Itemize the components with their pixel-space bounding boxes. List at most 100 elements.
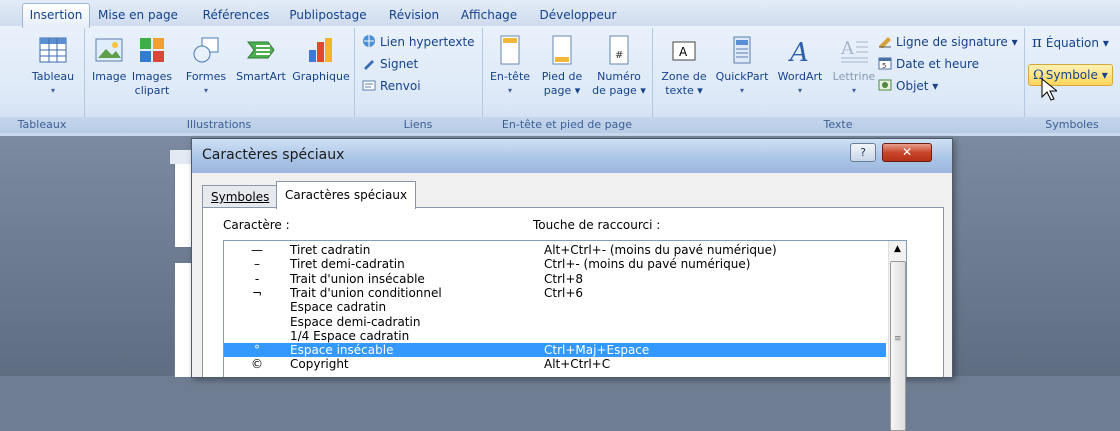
shortcut-cell: Ctrl+6 [544,285,584,300]
list-item[interactable]: Espace demi-cadratin [224,315,886,329]
grip-icon: ≡ [894,334,902,344]
group-illustrations: Image Images clipart Formes ▾ SmartArt G… [84,28,355,133]
name-cell: Espace insécable [290,343,394,358]
date-heure-button[interactable]: 5 Date et heure [878,54,979,74]
formes-button[interactable]: Formes ▾ [182,34,230,98]
group-entete-pied: En-tête ▾ Pied de page ▾ # Numéro de pag… [482,28,653,133]
picture-icon [93,34,125,66]
date-heure-label: Date et heure [896,57,980,71]
entete-label: En-tête [489,70,531,83]
tab-revision[interactable]: Révision [384,4,444,26]
special-characters-dialog: Caractères spéciaux ? ✕ Symboles Caractè… [191,138,953,431]
zone-label-1: Zone de [661,70,707,83]
lien-hypertexte-button[interactable]: Lien hypertexte [362,32,475,52]
group-label-entete: En-tête et pied de page [482,117,652,133]
chevron-down-icon: ▾ [203,86,208,95]
tab-mise-en-page[interactable]: Mise en page [96,4,180,26]
objet-button[interactable]: Objet ▾ [878,76,938,96]
vertical-scrollbar[interactable]: ▲ ≡ [888,241,906,431]
tab-references[interactable]: Références [196,4,276,26]
dialog-title-bar[interactable]: Caractères spéciaux ? ✕ [192,139,952,173]
list-item[interactable]: – Tiret demi-cadratin Ctrl+- (moins du pav… [224,257,886,271]
pied-de-page-button[interactable]: Pied de page ▾ [538,34,586,98]
lettrine-button[interactable]: A Lettrine ▾ [828,34,880,98]
zone-de-texte-button[interactable]: A Zone de texte ▾ [656,34,712,98]
numero-de-page-button[interactable]: # Numéro de page ▾ [590,34,648,98]
tab-developpeur[interactable]: Développeur [536,4,620,26]
tableau-label: Tableau [31,70,75,83]
equation-button[interactable]: π Équation ▾ [1032,32,1109,52]
group-label-symboles: Symboles [1024,117,1120,133]
header-icon [494,34,526,66]
character-cell: ° [254,343,260,358]
name-cell: 1/4 Espace cadratin [290,328,410,343]
wordart-button[interactable]: A WordArt ▾ [770,34,830,98]
equation-label: Équation [1045,36,1100,50]
help-button[interactable]: ? [850,143,876,162]
group-label-liens: Liens [354,117,482,133]
cross-reference-icon [362,78,376,92]
graphique-button[interactable]: Graphique [292,34,350,84]
quickpart-label: QuickPart [715,70,769,83]
character-cell: - [254,271,260,286]
tab-caracteres-speciaux[interactable]: Caractères spéciaux [276,181,417,209]
footer-icon [546,34,578,66]
pied-label-1: Pied de [541,70,583,83]
tab-panel: Caractère : Touche de raccourci : — Tiret… [202,207,944,431]
mouse-cursor-icon [1041,77,1059,105]
svg-text:5: 5 [882,62,886,70]
ligne-signature-label: Ligne de signature [896,35,1008,49]
image-button[interactable]: Image [92,34,126,84]
objet-label: Objet [896,79,929,93]
smartart-icon [245,34,277,66]
list-item[interactable]: Espace cadratin [224,300,886,314]
list-item[interactable]: - Trait d'union insécable Ctrl+8 [224,272,886,286]
formes-label: Formes [185,70,227,83]
table-icon [37,34,69,66]
tab-publipostage[interactable]: Publipostage [288,4,368,26]
group-liens: Lien hypertexte Signet Renvoi Liens [354,28,483,133]
page-number-icon: # [603,34,635,66]
lettrine-label: Lettrine [832,70,876,83]
images-clipart-button[interactable]: Images clipart [126,34,178,98]
list-item[interactable]: © Copyright Alt+Ctrl+C [224,357,886,371]
tab-affichage[interactable]: Affichage [456,4,522,26]
group-label-tableaux: Tableaux [0,117,84,133]
list-item[interactable]: ° Espace insécable Ctrl+Maj+Espace [224,343,886,358]
close-button[interactable]: ✕ [882,143,932,162]
list-item[interactable]: ¬ Trait d'union conditionnel Ctrl+6 [224,286,886,300]
tab-symboles[interactable]: Symboles [202,185,279,208]
column-header-raccourci: Touche de raccourci : [533,218,661,232]
name-cell: Copyright [290,357,349,372]
entete-button[interactable]: En-tête ▾ [486,34,534,98]
scroll-up-arrow-icon[interactable]: ▲ [889,241,906,258]
renvoi-label: Renvoi [380,79,421,93]
svg-text:A: A [679,45,688,59]
tableau-button[interactable]: Tableau ▾ [28,34,78,98]
tab-insertion[interactable]: Insertion [22,3,90,28]
scrollbar-thumb[interactable]: ≡ [890,261,906,431]
renvoi-button[interactable]: Renvoi [362,76,421,96]
svg-text:A: A [840,38,855,59]
ligne-signature-button[interactable]: Ligne de signature ▾ [878,32,1018,52]
shortcut-cell: Alt+Ctrl+C [544,357,611,372]
character-cell: – [254,257,260,272]
quickpart-button[interactable]: QuickPart ▾ [712,34,772,98]
shortcut-cell: Alt+Ctrl+- (moins du pavé numérique) [544,243,777,257]
group-tableaux: Tableau ▾ Tableaux [0,28,85,133]
quickpart-icon [726,34,758,66]
globe-link-icon [362,34,376,48]
shortcut-cell: Ctrl+- (moins du pavé numérique) [544,257,751,272]
shortcut-cell: Ctrl+8 [544,271,584,286]
svg-text:A: A [788,38,809,66]
smartart-label: SmartArt [236,70,286,83]
list-item[interactable]: 1/4 Espace cadratin [224,329,886,343]
pi-icon: π [1032,33,1042,51]
tab-caracteres-label: Caractères spéciaux [285,188,408,202]
smartart-button[interactable]: SmartArt [232,34,290,84]
image-label: Image [92,70,127,83]
special-characters-list[interactable]: — Tiret cadratin Alt+Ctrl+- (moins du pavé… [223,240,907,431]
list-item[interactable]: — Tiret cadratin Alt+Ctrl+- (moins du pavé… [224,243,886,257]
signet-button[interactable]: Signet [362,54,418,74]
name-cell: Tiret demi-cadratin [290,257,405,272]
